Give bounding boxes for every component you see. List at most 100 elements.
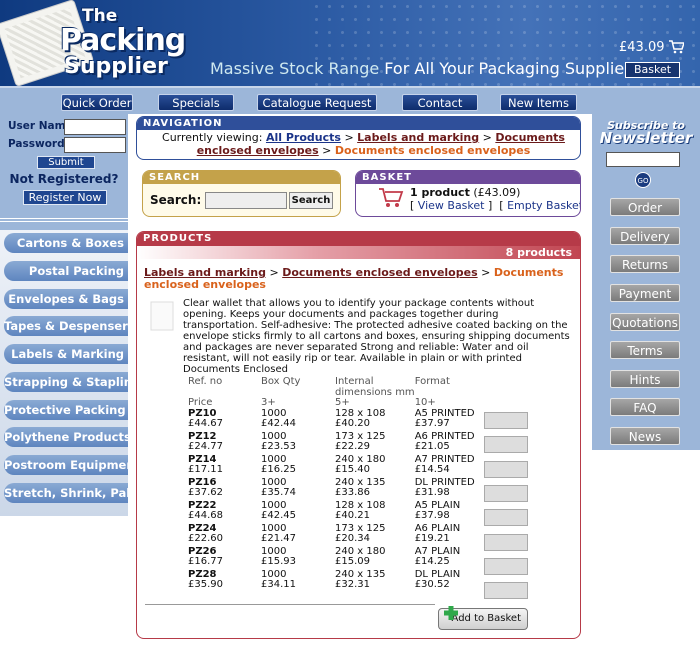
table-header-row: Ref. no Box Qty Internal dimensions mm Fo…	[188, 376, 533, 398]
newsletter-title-text: Newsletter	[599, 129, 693, 147]
tagline-prefix: Massive Stock Range	[210, 59, 380, 78]
nav-catalogue-request[interactable]: Catalogue Request	[257, 94, 377, 111]
logo-line-3: Supplier	[64, 54, 168, 79]
breadcrumb: Currently viewing: All Products > Labels…	[137, 130, 580, 157]
quantity-input[interactable]	[484, 412, 528, 429]
plus-icon	[444, 606, 458, 620]
table-price-header-row: Price 3+ 5+ 10+	[188, 397, 533, 409]
rnav-hints[interactable]: Hints	[610, 370, 680, 388]
price-5plus: £22.29	[335, 441, 370, 452]
password-label: Password	[8, 138, 65, 150]
col-3plus: 3+	[261, 397, 276, 408]
product-table: Ref. no Box Qty Internal dimensions mm Fo…	[188, 376, 533, 593]
col-internal-line1: Internal	[335, 376, 374, 387]
search-panel: SEARCH Search: Search	[142, 170, 341, 217]
products-breadcrumb: Labels and marking > Documents enclosed …	[144, 266, 564, 291]
newsletter-heading: Subscribe to Newsletter	[592, 119, 700, 147]
rnav-order[interactable]: Order	[610, 198, 680, 216]
search-input[interactable]	[205, 192, 287, 209]
quantity-input[interactable]	[484, 557, 528, 575]
quantity-input[interactable]	[484, 484, 528, 502]
basket-summary: 1 product (£43.09)	[410, 186, 520, 199]
breadcrumb-labels-marking[interactable]: Labels and marking	[357, 131, 479, 144]
category-polythene-products[interactable]: Polythene Products	[4, 427, 131, 447]
category-cartons-boxes[interactable]: Cartons & Boxes	[4, 233, 128, 253]
add-to-basket-button[interactable]: Add to Basket	[438, 606, 528, 630]
product-description: Clear wallet that allows you to identify…	[183, 298, 570, 375]
col-ref: Ref. no	[188, 376, 223, 387]
tagline: Massive Stock Range For All Your Packagi…	[210, 59, 633, 78]
add-to-basket-label: Add to Basket	[451, 613, 521, 624]
header-basket-button[interactable]: Basket	[625, 62, 680, 78]
rnav-payment[interactable]: Payment	[610, 284, 680, 302]
category-postroom-equipment[interactable]: Postroom Equipment	[4, 455, 140, 475]
top-nav-bar: Quick Order Specials Catalogue Request C…	[0, 86, 700, 114]
basket-panel: BASKET 1 product (£43.09) [ View Basket …	[355, 170, 581, 217]
rnav-terms[interactable]: Terms	[610, 341, 680, 359]
table-price-row: £24.77 £23.53 £22.29 £21.05	[188, 441, 533, 455]
price-3plus: £16.25	[261, 464, 296, 475]
product-table-body: PZ10 1000 128 x 108 A5 PRINTED £44.67 £42.44 £…	[188, 408, 533, 593]
table-divider	[145, 604, 435, 605]
site-header: The Packing Supplier Massive Stock Range…	[0, 0, 700, 86]
rnav-delivery[interactable]: Delivery	[610, 227, 680, 245]
price-3plus: £35.74	[261, 487, 296, 498]
site-logo[interactable]: The Packing Supplier	[60, 6, 200, 78]
price-5plus: £40.20	[335, 418, 370, 429]
breadcrumb-separator: >	[322, 144, 332, 157]
category-tapes-despensers[interactable]: Tapes & Despensers	[4, 316, 135, 336]
quantity-input[interactable]	[484, 460, 528, 478]
price-3plus: £34.11	[261, 579, 296, 590]
price: £44.68	[188, 510, 223, 521]
category-labels-marking[interactable]: Labels & Marking	[4, 344, 128, 364]
empty-basket-link[interactable]: Empty Basket	[507, 199, 580, 212]
table-price-row: £22.60 £21.47 £20.34 £19.21	[188, 533, 533, 547]
category-envelopes-bags[interactable]: Envelopes & Bags	[4, 289, 128, 309]
breadcrumb-separator: >	[482, 131, 492, 144]
table-price-row: £16.77 £15.93 £15.09 £14.25	[188, 556, 533, 570]
newsletter-email-input[interactable]	[606, 152, 680, 167]
nav-contact[interactable]: Contact	[402, 94, 478, 111]
breadcrumb-all-products[interactable]: All Products	[266, 131, 341, 144]
left-sidebar: User Name Password Submit Not Registered…	[0, 114, 147, 516]
newsletter-go-button[interactable]: GO	[635, 172, 651, 188]
login-submit-button[interactable]: Submit	[37, 156, 95, 169]
password-input[interactable]	[64, 137, 126, 153]
col-price: Price	[188, 397, 213, 408]
rnav-faq[interactable]: FAQ	[610, 398, 680, 416]
register-now-button[interactable]: Register Now	[23, 190, 107, 205]
category-postal-packing[interactable]: Postal Packing	[4, 261, 128, 281]
products-count: 8 products	[137, 246, 580, 259]
category-strapping-stapling[interactable]: Strapping & Stapling	[4, 372, 140, 392]
rnav-quotations[interactable]: Quotations	[610, 313, 680, 331]
category-stretch-shrink-pallet[interactable]: Stretch, Shrink, Pallet	[4, 483, 147, 503]
col-10plus: 10+	[414, 397, 436, 408]
currently-viewing-label: Currently viewing:	[162, 131, 263, 144]
search-label: Search:	[150, 193, 202, 207]
nav-quick-order[interactable]: Quick Order	[61, 94, 133, 111]
nav-specials[interactable]: Specials	[158, 94, 234, 111]
quantity-input[interactable]	[484, 533, 528, 551]
basket-panel-title: BASKET	[356, 171, 580, 184]
rnav-returns[interactable]: Returns	[610, 255, 680, 273]
view-basket-link[interactable]: View Basket	[418, 199, 485, 212]
col-internal: Internal dimensions mm	[335, 376, 415, 398]
price-3plus: £15.93	[261, 556, 296, 567]
price-5plus: £40.21	[335, 510, 370, 521]
search-button[interactable]: Search	[289, 192, 333, 209]
rnav-news[interactable]: News	[610, 427, 680, 445]
quantity-input[interactable]	[484, 436, 528, 454]
navigation-panel: NAVIGATION Currently viewing: All Produc…	[136, 116, 581, 160]
breadcrumb-current: Documents enclosed envelopes	[334, 144, 531, 157]
price: £35.90	[188, 579, 223, 590]
quantity-input[interactable]	[484, 582, 528, 600]
products-crumb-documents-enclosed[interactable]: Documents enclosed envelopes	[282, 266, 477, 279]
quantity-input[interactable]	[484, 509, 528, 527]
username-input[interactable]	[64, 119, 126, 135]
navigation-panel-title: NAVIGATION	[137, 117, 580, 130]
cart-icon[interactable]	[668, 40, 684, 54]
basket-links: [ View Basket ] [ Empty Basket ]	[410, 199, 580, 212]
category-protective-packing[interactable]: Protective Packing	[4, 400, 128, 420]
price-5plus: £15.40	[335, 464, 370, 475]
nav-new-items[interactable]: New Items	[500, 94, 577, 111]
